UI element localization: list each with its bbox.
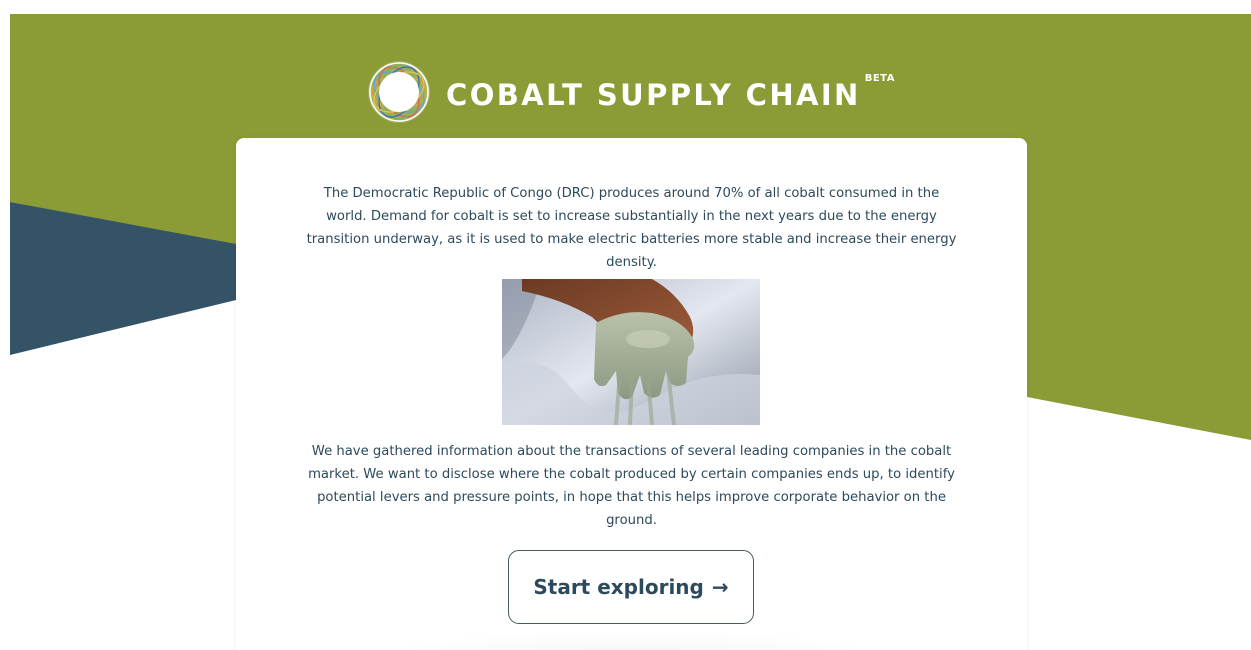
intro-paragraph: The Democratic Republic of Congo (DRC) p…	[306, 186, 957, 270]
arrow-right-icon: →	[711, 575, 729, 599]
home-logo-link[interactable]: COBALT SUPPLY CHAIN BETA	[366, 59, 895, 125]
circular-ring-logo-icon	[368, 61, 431, 123]
start-exploring-button[interactable]: Start exploring →	[508, 550, 754, 624]
page: COBALT SUPPLY CHAIN BETA The Democratic …	[10, 14, 1251, 650]
info-paragraph: We have gathered information about the t…	[308, 444, 955, 528]
beta-badge: BETA	[864, 73, 895, 84]
cta-label: Start exploring	[533, 575, 704, 599]
intro-card: The Democratic Republic of Congo (DRC) p…	[236, 138, 1027, 650]
site-header: COBALT SUPPLY CHAIN BETA	[10, 58, 1251, 126]
card-bottom-shadow	[276, 624, 987, 650]
cobalt-hand-photo	[502, 279, 760, 425]
site-title: COBALT SUPPLY CHAIN	[446, 78, 861, 112]
